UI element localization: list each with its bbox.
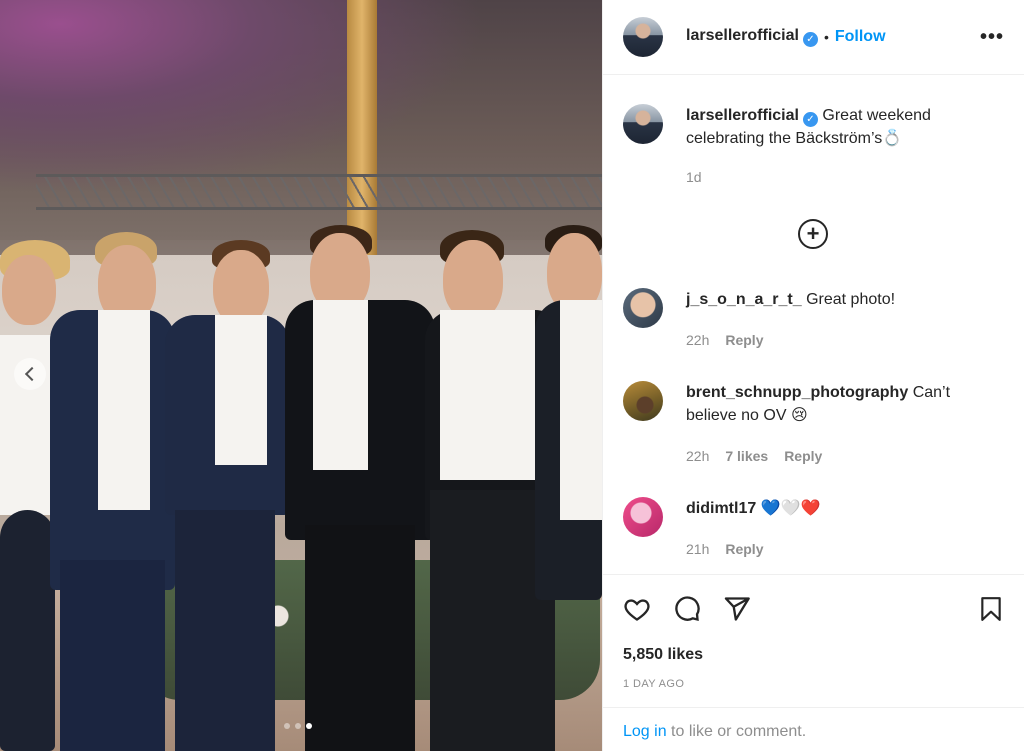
comment-username[interactable]: didimtl17 (686, 500, 756, 517)
carousel-prev-button[interactable] (14, 358, 46, 390)
verified-badge-icon: ✓ (802, 112, 818, 127)
follow-button[interactable]: Follow (835, 28, 886, 46)
like-heart-icon[interactable] (623, 595, 651, 623)
login-prompt: Log in to like or comment. (603, 707, 1024, 751)
comment-time[interactable]: 22h (686, 329, 709, 352)
lighting-truss (36, 174, 602, 210)
comment-item: didimtl17 💙🤍❤️ 21h Reply (623, 497, 1004, 561)
comment-likes[interactable]: 7 likes (725, 445, 768, 468)
reply-button[interactable]: Reply (725, 538, 763, 561)
reply-button[interactable]: Reply (725, 329, 763, 352)
post-side-panel: larsellerofficial ✓ • Follow ••• larselle… (602, 0, 1024, 751)
separator-dot: • (823, 29, 829, 45)
post-header: larsellerofficial ✓ • Follow ••• (603, 0, 1024, 75)
verified-badge-icon: ✓ (802, 32, 818, 47)
carousel-dot (284, 723, 290, 729)
caption-time[interactable]: 1d (686, 166, 702, 189)
post-photo[interactable] (0, 0, 602, 751)
comments-list: larsellerofficial ✓ Great weekend celebra… (603, 76, 1024, 574)
commenter-avatar[interactable] (623, 497, 663, 537)
person-3 (160, 240, 295, 751)
comment-text: brent_schnupp_photography Can’t believe … (686, 381, 1004, 427)
reply-button[interactable]: Reply (784, 445, 822, 468)
bookmark-icon[interactable] (978, 595, 1004, 623)
author-avatar[interactable] (623, 104, 663, 144)
prev-arrow-icon (24, 366, 40, 382)
author-avatar[interactable] (623, 17, 663, 57)
like-count[interactable]: 5,850 likes (623, 646, 703, 664)
login-suffix: to like or comment. (666, 723, 807, 740)
person-6 (535, 225, 602, 751)
carousel-dot-active (306, 723, 312, 729)
login-link[interactable]: Log in (623, 723, 667, 740)
caption: larsellerofficial ✓ Great weekend celebra… (623, 104, 1004, 189)
more-options-icon[interactable]: ••• (980, 26, 1004, 49)
caption-username[interactable]: larsellerofficial (686, 107, 799, 124)
comment-time[interactable]: 21h (686, 538, 709, 561)
comment-text: j_s_o_n_a_r_t_ Great photo! (686, 288, 895, 311)
commenter-avatar[interactable] (623, 381, 663, 421)
person-4 (285, 225, 435, 751)
comment-icon[interactable] (673, 595, 701, 623)
carousel-dots (284, 723, 312, 729)
comment-username[interactable]: j_s_o_n_a_r_t_ (686, 291, 802, 308)
commenter-avatar[interactable] (623, 288, 663, 328)
load-more-plus-icon[interactable]: + (798, 219, 828, 249)
post-date[interactable]: 1 DAY AGO (623, 678, 684, 690)
comment-body: 💙🤍❤️ (760, 500, 821, 517)
post-actions: 5,850 likes 1 DAY AGO Log in to like or … (603, 574, 1024, 751)
comment-item: brent_schnupp_photography Can’t believe … (623, 381, 1004, 468)
author-username[interactable]: larsellerofficial ✓ (686, 27, 818, 47)
comment-body: Great photo! (806, 291, 896, 308)
carousel-dot (295, 723, 301, 729)
action-icons (623, 595, 1004, 623)
comment-item: j_s_o_n_a_r_t_ Great photo! 22h Reply (623, 288, 1004, 352)
comment-username[interactable]: brent_schnupp_photography (686, 384, 908, 401)
share-icon[interactable] (723, 595, 751, 623)
comment-time[interactable]: 22h (686, 445, 709, 468)
caption-text: larsellerofficial ✓ Great weekend celebra… (686, 104, 1004, 150)
comment-text: didimtl17 💙🤍❤️ (686, 497, 820, 520)
